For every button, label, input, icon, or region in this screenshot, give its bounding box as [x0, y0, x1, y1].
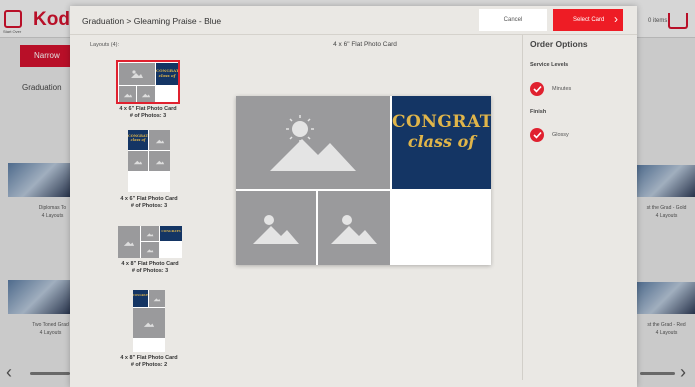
photo-placeholder-icon [119, 86, 136, 102]
class-of-script: class of [407, 132, 476, 151]
layout-option-4[interactable]: CONGRATS 4 x 8" Flat Photo Card # of Pho… [120, 290, 178, 374]
photo-placeholder-icon [128, 151, 148, 171]
layout-thumbnail: CONGRATSclass of [128, 130, 170, 192]
layout-name: 4 x 6" Flat Photo Card [120, 196, 178, 202]
congrats-art: CONGRATS [160, 226, 182, 241]
photo-placeholder-icon [149, 151, 170, 171]
service-levels-label: Service Levels [530, 62, 569, 68]
layout-option-2[interactable]: CONGRATSclass of 4 x 6" Flat Photo Card … [120, 130, 178, 212]
service-option-label: Minutes [552, 86, 572, 92]
checkmark-icon [530, 128, 544, 142]
photo-placeholder-icon [133, 308, 165, 338]
service-option-minutes[interactable]: Minutes [530, 82, 571, 96]
finish-label: Finish [530, 109, 547, 115]
chevron-right-icon: › [614, 12, 618, 26]
preview-title: 4 x 6" Flat Photo Card [333, 41, 397, 48]
photo-placeholder-icon [141, 226, 159, 241]
finish-option-label: Glossy [552, 132, 569, 138]
finish-option-glossy[interactable]: Glossy [530, 128, 569, 142]
cancel-button[interactable]: Cancel [479, 9, 547, 31]
photo-placeholder-icon [149, 130, 170, 150]
blank-area [392, 191, 491, 265]
sidebar-divider [522, 35, 523, 380]
congrats-art: CONGRATS class of [392, 96, 491, 189]
photo-placeholder-icon[interactable] [318, 191, 390, 265]
layout-name: 4 x 8" Flat Photo Card [121, 261, 179, 267]
congrats-art: CONGRATS [133, 290, 148, 307]
photo-placeholder-icon [149, 290, 165, 307]
layout-option-3[interactable]: CONGRATS 4 x 8" Flat Photo Card # of Pho… [118, 226, 182, 280]
breadcrumb: Graduation > Gleaming Praise - Blue [82, 16, 222, 26]
layout-caption: 4 x 8" Flat Photo Card # of Photos: 2 [97, 355, 201, 369]
photo-placeholder-icon[interactable] [236, 96, 390, 189]
order-options-title: Order Options [530, 39, 588, 49]
layouts-count-label: Layouts (4): [90, 42, 120, 48]
photo-placeholder-icon[interactable] [236, 191, 316, 265]
layout-photo-count: # of Photos: 3 [130, 203, 168, 209]
layout-option-1[interactable]: CONGRATSclass of 4 x 6" Flat Photo Card … [116, 60, 180, 128]
congrats-art: CONGRATSclass of [156, 63, 178, 85]
layout-caption: 4 x 6" Flat Photo Card # of Photos: 3 [96, 106, 200, 120]
select-card-button[interactable]: Select Card › [553, 9, 623, 31]
checkmark-icon [530, 82, 544, 96]
layout-name: 4 x 8" Flat Photo Card [120, 355, 178, 361]
card-preview: CONGRATS class of [236, 96, 491, 265]
layout-caption: 4 x 8" Flat Photo Card # of Photos: 3 [98, 261, 202, 275]
card-detail-modal: Graduation > Gleaming Praise - Blue Canc… [70, 6, 637, 387]
layout-name: 4 x 6" Flat Photo Card [119, 106, 177, 112]
congrats-heading: CONGRATS [392, 112, 491, 132]
layout-photo-count: # of Photos: 2 [130, 362, 168, 368]
layout-caption: 4 x 6" Flat Photo Card # of Photos: 3 [97, 196, 201, 210]
select-card-label: Select Card [573, 17, 605, 23]
layout-photo-count: # of Photos: 3 [129, 113, 167, 119]
photo-placeholder-icon [141, 242, 159, 258]
layout-photo-count: # of Photos: 3 [131, 268, 169, 274]
layout-thumbnail: CONGRATSclass of [116, 60, 180, 104]
congrats-art: CONGRATSclass of [128, 130, 148, 150]
layout-thumbnail: CONGRATS [118, 226, 182, 258]
photo-placeholder-icon [119, 63, 155, 85]
photo-placeholder-icon [118, 226, 140, 258]
modal-header: Graduation > Gleaming Praise - Blue Canc… [70, 6, 637, 35]
layout-thumbnail: CONGRATS [133, 290, 165, 352]
photo-placeholder-icon [137, 86, 155, 102]
